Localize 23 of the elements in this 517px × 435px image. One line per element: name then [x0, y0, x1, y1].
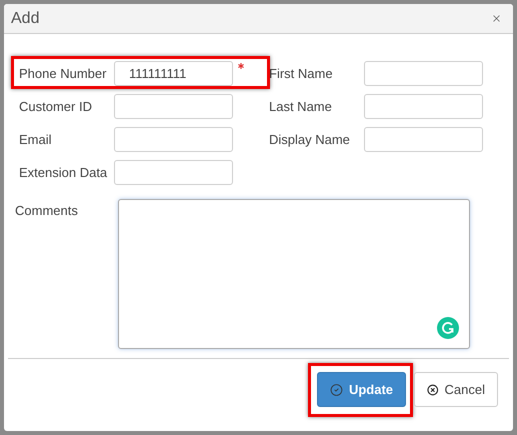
field-label: Customer ID	[19, 98, 93, 116]
check-circle-icon	[330, 382, 343, 396]
text-field[interactable]	[364, 127, 483, 152]
field-label: Email	[19, 130, 53, 149]
update-button[interactable]: Update	[317, 372, 406, 407]
field-label: Extension Data	[19, 164, 108, 182]
text-field[interactable]	[114, 160, 233, 185]
text-field[interactable]	[114, 127, 233, 152]
field-label: Comments	[15, 202, 79, 220]
field-label: Last Name	[269, 98, 333, 116]
text-field[interactable]	[364, 61, 483, 86]
text-field[interactable]	[364, 94, 483, 119]
close-icon[interactable]	[491, 13, 502, 24]
comments-textarea[interactable]	[118, 199, 470, 349]
text-field[interactable]	[114, 94, 233, 119]
field-label: First Name	[269, 64, 334, 83]
dialog-title: Add	[11, 8, 40, 28]
field-label: Phone Number	[19, 64, 108, 83]
cancel-button[interactable]: Cancel	[414, 372, 498, 407]
x-circle-icon	[427, 382, 439, 396]
field-label: Display Name	[269, 130, 351, 149]
text-field[interactable]: 111111111	[114, 61, 233, 86]
grammar-assistant-icon[interactable]	[437, 317, 459, 339]
